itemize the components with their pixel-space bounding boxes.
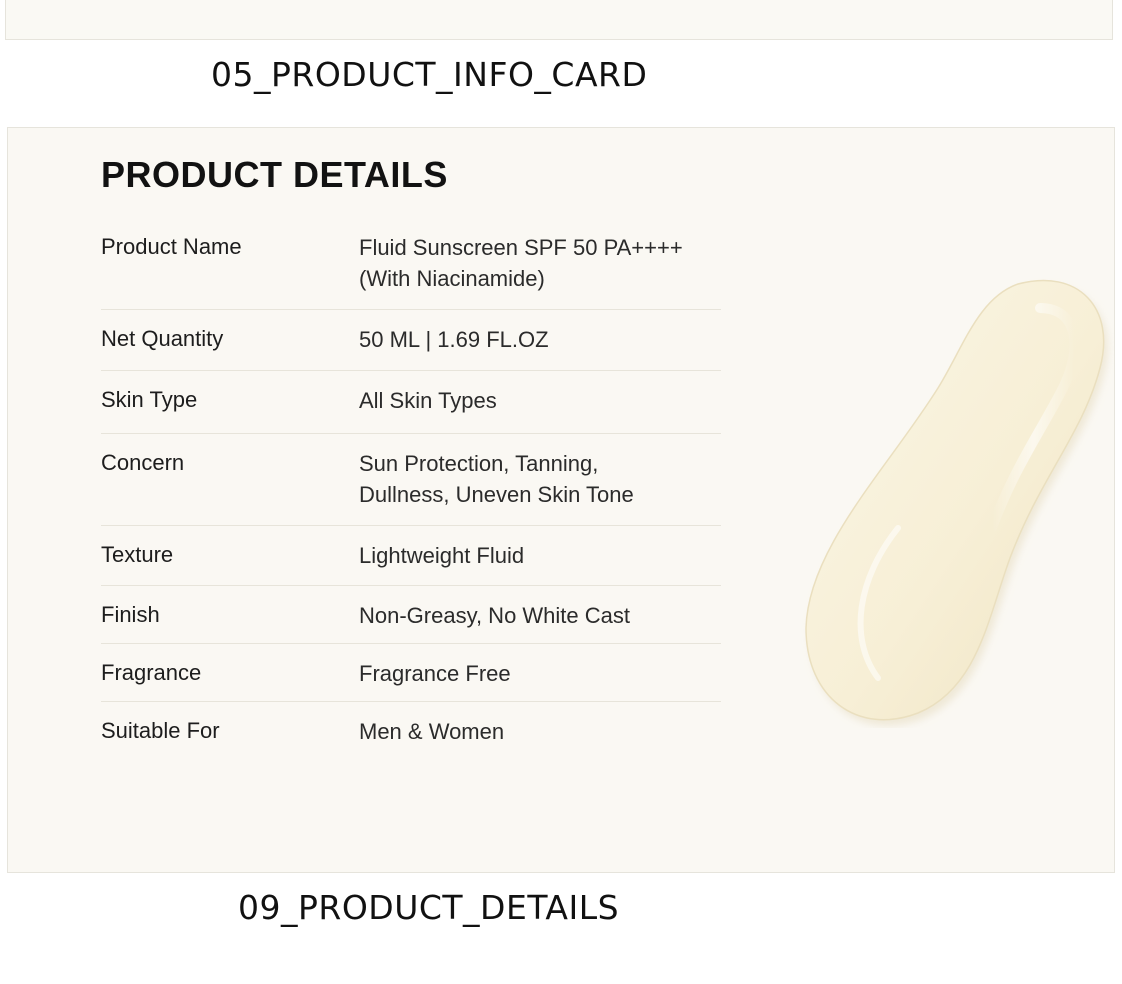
spec-value: Lightweight Fluid	[359, 543, 525, 568]
product-info-card-edge	[5, 0, 1113, 40]
spec-label: Fragrance	[101, 660, 202, 685]
spec-row-texture: Texture Lightweight Fluid	[101, 526, 721, 586]
spec-label: Suitable For	[101, 718, 220, 743]
section-caption-product-details: 09_PRODUCT_DETAILS	[238, 888, 620, 927]
cream-swatch-image	[805, 279, 1108, 726]
spec-row-skin-type: Skin Type All Skin Types	[101, 371, 721, 434]
spec-value: Non-Greasy, No White Cast	[359, 603, 631, 628]
spec-label: Skin Type	[101, 387, 198, 412]
product-details-card: PRODUCT DETAILS Product Name Fluid Sunsc…	[7, 127, 1115, 873]
spec-label: Texture	[101, 542, 174, 567]
spec-row-suitable-for: Suitable For Men & Women	[101, 702, 721, 760]
spec-label: Net Quantity	[101, 326, 224, 351]
spec-value: Fluid Sunscreen SPF 50 PA++++ (With Niac…	[359, 235, 683, 291]
spec-label: Finish	[101, 602, 160, 627]
spec-row-fragrance: Fragrance Fragrance Free	[101, 644, 721, 702]
spec-value: Men & Women	[359, 719, 505, 744]
card-title: PRODUCT DETAILS	[101, 154, 448, 195]
spec-value: All Skin Types	[359, 388, 497, 413]
spec-row-finish: Finish Non-Greasy, No White Cast	[101, 586, 721, 644]
spec-label: Product Name	[101, 234, 242, 259]
spec-value: 50 ML | 1.69 FL.OZ	[359, 327, 549, 352]
spec-value: Fragrance Free	[359, 661, 511, 686]
section-caption-product-info-card: 05_PRODUCT_INFO_CARD	[211, 55, 648, 94]
spec-row-concern: Concern Sun Protection, Tanning, Dullnes…	[101, 434, 721, 526]
spec-value: Sun Protection, Tanning, Dullness, Uneve…	[359, 451, 634, 507]
spec-row-net-quantity: Net Quantity 50 ML | 1.69 FL.OZ	[101, 310, 721, 371]
spec-label: Concern	[101, 450, 185, 475]
spec-table: Product Name Fluid Sunscreen SPF 50 PA++…	[101, 218, 721, 760]
spec-row-product-name: Product Name Fluid Sunscreen SPF 50 PA++…	[101, 218, 721, 310]
